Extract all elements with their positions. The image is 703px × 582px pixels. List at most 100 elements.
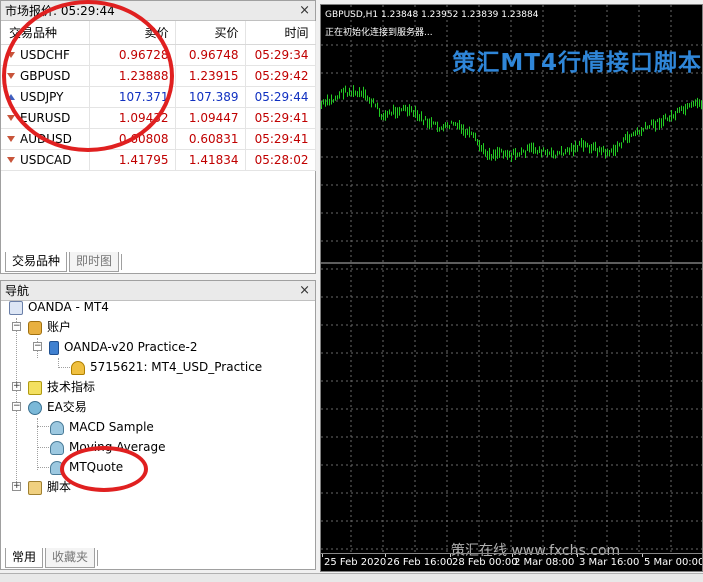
date-tick-mark (385, 554, 386, 557)
accounts-icon (28, 320, 42, 335)
symbol-name: USDJPY (20, 89, 64, 104)
chart-header: GBPUSD,H1 1.23848 1.23952 1.23839 1.2388… (325, 10, 539, 20)
tree-accounts[interactable]: 账户 (28, 317, 71, 337)
close-icon[interactable]: × (299, 281, 310, 301)
time-cell: 05:29:41 (245, 128, 316, 150)
status-bar (0, 573, 703, 582)
date-tick-label: 28 Feb 00:00 (452, 557, 518, 568)
arrow-up-icon (7, 94, 15, 100)
script-icon (28, 480, 42, 495)
tree-ea-item-label: MACD Sample (69, 420, 154, 434)
symbol-name: USDCHF (20, 47, 70, 62)
bid-cell: 1.09432 (89, 107, 176, 129)
date-tick-label: 25 Feb 2020 (324, 557, 387, 568)
tab-tick-chart[interactable]: 即时图 (69, 252, 120, 272)
date-tick-mark (512, 554, 513, 557)
tree-indicators-label: 技术指标 (47, 380, 96, 394)
collapse-icon[interactable]: − (12, 402, 21, 411)
symbol-cell: GBPUSD (1, 65, 90, 87)
tab-common[interactable]: 常用 (5, 548, 44, 568)
date-tick-mark (642, 554, 643, 557)
market-watch-panel: 市场报价: 05:29:44 × 交易品种 卖价 买价 时间 USDCHF 0.9… (0, 0, 316, 274)
chart-status: 正在初始化连接到服务器... (325, 28, 433, 38)
ask-cell: 1.09447 (175, 107, 246, 129)
ask-cell: 1.23915 (175, 65, 246, 87)
time-cell: 05:29:44 (245, 86, 316, 108)
chart-overlay-title: 策汇MT4行情接口脚本 (452, 50, 702, 76)
expand-icon[interactable]: + (12, 482, 21, 491)
bid-cell: 1.41795 (89, 149, 176, 171)
tree-broker-label: OANDA-v20 Practice-2 (64, 340, 198, 354)
tree-scripts[interactable]: 脚本 (28, 477, 71, 497)
tree-line (37, 447, 49, 448)
tree-account-item[interactable]: 5715621: MT4_USD_Practice (71, 357, 262, 377)
expert-advisor-icon (50, 440, 64, 455)
arrow-down-icon (7, 136, 15, 142)
arrow-down-icon (7, 157, 15, 163)
symbol-name: GBPUSD (20, 68, 71, 83)
ask-cell: 0.96748 (175, 44, 246, 66)
date-tick-mark (322, 554, 323, 557)
tree-ea-item-label: Moving Average (69, 440, 166, 454)
quote-row[interactable]: USDJPY 107.371 107.389 05:29:44 (1, 86, 316, 108)
price-series (321, 85, 702, 163)
tree-scripts-label: 脚本 (47, 480, 72, 494)
tab-symbols[interactable]: 交易品种 (5, 252, 68, 272)
tree-broker[interactable]: OANDA-v20 Practice-2 (49, 337, 197, 357)
expand-icon[interactable]: + (12, 382, 21, 391)
date-tick-mark (577, 554, 578, 557)
symbol-cell: AUDUSD (1, 128, 90, 150)
symbol-cell: USDCHF (1, 44, 90, 66)
bid-cell: 0.96728 (89, 44, 176, 66)
date-axis: 25 Feb 2020 26 Feb 16:00 28 Feb 00:00 2 Mar… (321, 553, 703, 571)
quote-row[interactable]: USDCHF 0.96728 0.96748 05:29:34 (1, 44, 316, 66)
arrow-down-icon (7, 73, 15, 79)
quotes-table: 交易品种 卖价 买价 时间 USDCHF 0.96728 0.96748 05:29:… (1, 21, 316, 171)
arrow-down-icon (7, 115, 15, 121)
symbol-name: EURUSD (20, 110, 71, 125)
quote-row[interactable]: AUDUSD 0.60808 0.60831 05:29:41 (1, 128, 316, 150)
symbol-name: AUDUSD (20, 131, 72, 146)
tab-favorites[interactable]: 收藏夹 (45, 548, 96, 568)
column-header-time[interactable]: 时间 (245, 21, 316, 45)
date-tick-label: 3 Mar 16:00 (579, 557, 640, 568)
quotes-header-row: 交易品种 卖价 买价 时间 (1, 21, 316, 45)
tree-indicators[interactable]: 技术指标 (28, 377, 95, 397)
quote-row[interactable]: GBPUSD 1.23888 1.23915 05:29:42 (1, 65, 316, 87)
column-header-ask[interactable]: 买价 (175, 21, 246, 45)
tree-root-label: OANDA - MT4 (28, 300, 109, 314)
tree-ea-item[interactable]: MTQuote (50, 457, 123, 477)
navigator-title: 导航 (5, 284, 30, 298)
symbol-cell: USDCAD (1, 149, 90, 171)
broker-icon (49, 340, 59, 355)
date-tick-mark (450, 554, 451, 557)
symbol-cell: USDJPY (1, 86, 90, 108)
time-cell: 05:29:34 (245, 44, 316, 66)
price-chart[interactable] (321, 5, 703, 555)
date-tick-label: 5 Mar 00:00 (644, 557, 703, 568)
chart-window[interactable]: GBPUSD,H1 1.23848 1.23952 1.23839 1.2388… (320, 4, 703, 572)
quote-row[interactable]: USDCAD 1.41795 1.41834 05:28:02 (1, 149, 316, 171)
column-header-bid[interactable]: 卖价 (89, 21, 176, 45)
market-watch-title-bar: 市场报价: 05:29:44 × (1, 1, 315, 21)
tree-ea-item[interactable]: Moving Average (50, 437, 165, 457)
bid-cell: 107.371 (89, 86, 176, 108)
column-header-symbol[interactable]: 交易品种 (1, 21, 90, 45)
tree-account-label: 5715621: MT4_USD_Practice (90, 360, 263, 374)
tree-ea-item[interactable]: MACD Sample (50, 417, 154, 437)
chart-grid (321, 5, 702, 555)
tree-accounts-label: 账户 (47, 320, 72, 334)
bid-cell: 1.23888 (89, 65, 176, 87)
tab-divider (121, 254, 123, 270)
symbol-cell: EURUSD (1, 107, 90, 129)
tree-ea-item-label: MTQuote (69, 460, 124, 474)
symbol-name: USDCAD (20, 152, 72, 167)
navigator-tabs: 常用 收藏夹 (5, 548, 99, 568)
time-cell: 05:29:42 (245, 65, 316, 87)
collapse-icon[interactable]: − (12, 322, 21, 331)
tree-root-server[interactable]: OANDA - MT4 (9, 297, 109, 317)
close-icon[interactable]: × (299, 1, 310, 21)
quote-row[interactable]: EURUSD 1.09432 1.09447 05:29:41 (1, 107, 316, 129)
tree-expert-advisors[interactable]: EA交易 (28, 397, 87, 417)
collapse-icon[interactable]: − (33, 342, 42, 351)
